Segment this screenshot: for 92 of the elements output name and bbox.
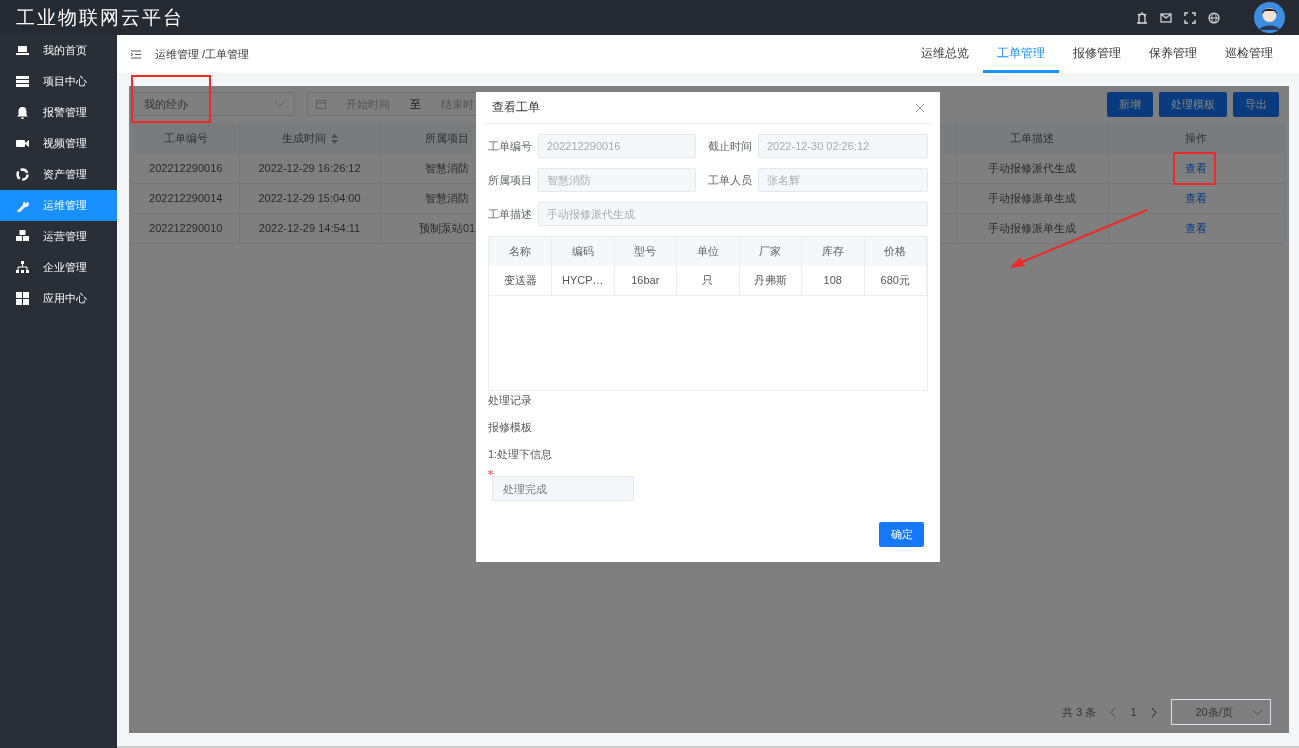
sidebar-item[interactable]: 报警管理 — [0, 97, 117, 128]
tab[interactable]: 工单管理 — [982, 35, 1059, 73]
field-label: 工单人员 — [708, 172, 753, 188]
fullscreen-icon[interactable] — [1183, 11, 1196, 24]
view-link[interactable]: 查看 — [1185, 161, 1207, 174]
column-header: 工单描述 — [1010, 131, 1054, 144]
confirm-button[interactable]: 确定 — [879, 522, 924, 547]
table-cell: 2022-12-29 16:26:12 — [258, 161, 361, 174]
alarm-icon[interactable] — [1135, 11, 1148, 24]
column-header: 单位 — [696, 245, 719, 258]
template-text: 1:处理下信息 — [488, 448, 553, 460]
bell-icon — [16, 106, 29, 119]
table-cell: 202212290010 — [149, 221, 223, 234]
table-cell: 只 — [702, 274, 714, 286]
table-cell: 手动报修派单生成 — [988, 221, 1076, 234]
field-label: 截止时间 — [708, 138, 753, 154]
input-field[interactable]: 手动报修派代生成 — [538, 202, 928, 226]
table-cell: 手动报修派代生成 — [988, 161, 1076, 174]
table-cell: 预制泵站01 — [418, 221, 476, 234]
table-cell: 2022-12-29 14:54:11 — [258, 221, 361, 234]
avatar[interactable] — [1253, 2, 1285, 33]
field-label: 所属项目 — [488, 172, 533, 188]
section-heading: 报修模板 — [488, 421, 532, 433]
cubes-icon — [16, 230, 29, 243]
scope-select[interactable]: 我的经办 — [133, 92, 295, 116]
table-cell: 手动报修派单生成 — [988, 191, 1076, 204]
action-button[interactable]: 处理模板 — [1158, 92, 1227, 117]
chevron-down-icon — [1252, 709, 1262, 715]
table-cell: 680元 — [880, 274, 910, 286]
list-icon — [16, 75, 29, 88]
close-icon[interactable] — [916, 103, 924, 112]
sidebar-item[interactable]: 运维管理 — [0, 190, 117, 221]
page-number[interactable]: 1 — [1130, 703, 1137, 721]
grid-icon — [16, 292, 29, 305]
mail-icon[interactable] — [1159, 12, 1172, 23]
menu-icon[interactable] — [131, 49, 141, 59]
highlight-frame — [1173, 152, 1216, 185]
section-heading: 处理记录 — [488, 394, 532, 406]
laptop-icon — [16, 44, 29, 57]
field-label: 工单编号 — [488, 138, 533, 154]
input-field[interactable]: 张名辉 — [758, 168, 928, 192]
input-field[interactable]: 2022-12-30 02:26:12 — [758, 134, 928, 158]
table-cell: 变送器 — [503, 274, 537, 286]
column-header: 工单编号 — [163, 131, 208, 144]
wrench-icon — [16, 199, 29, 212]
sidebar-item[interactable]: 我的首页 — [0, 35, 117, 66]
field-label: 工单描述 — [488, 206, 533, 222]
sidebar-item[interactable]: 企业管理 — [0, 252, 117, 283]
table-cell: 智慧消防 — [425, 191, 469, 204]
view-link[interactable]: 查看 — [1185, 221, 1207, 234]
sitemap-icon — [16, 261, 29, 274]
view-link[interactable]: 查看 — [1185, 191, 1207, 204]
column-header: 编码 — [571, 245, 594, 258]
table-cell: 2022-12-29 15:04:00 — [258, 191, 361, 204]
table-cell: 202212290014 — [149, 191, 223, 204]
input-field[interactable]: 202212290016 — [538, 134, 696, 158]
table-cell: 202212290016 — [149, 161, 223, 174]
sidebar-item[interactable]: 项目中心 — [0, 66, 117, 97]
sidebar-item[interactable]: 资产管理 — [0, 159, 117, 190]
column-header: 名称 — [509, 245, 531, 258]
tab[interactable]: 巡检管理 — [1210, 35, 1287, 73]
column-header: 生成时间 — [281, 131, 326, 144]
sidebar-item[interactable]: 应用中心 — [0, 283, 117, 314]
table-cell: 108 — [823, 274, 842, 286]
tab[interactable]: 运维总览 — [906, 35, 983, 73]
calendar-icon — [316, 99, 326, 109]
column-header: 所属项目 — [425, 131, 469, 144]
column-header: 厂家 — [759, 245, 782, 258]
chevron-down-icon — [275, 101, 284, 107]
action-button[interactable]: 新增 — [1106, 92, 1153, 117]
column-header: 型号 — [634, 245, 657, 258]
table-cell: HYCP… — [561, 274, 604, 286]
sidebar-item[interactable]: 运营管理 — [0, 221, 117, 252]
column-header: 操作 — [1185, 131, 1207, 144]
breadcrumb: 运维管理 /工单管理 — [155, 46, 250, 62]
input-field[interactable]: 处理完成 — [492, 476, 634, 501]
total-count: 共 3 条 — [1062, 704, 1097, 720]
table-cell: 16bar — [631, 274, 660, 286]
app-title: 工业物联网云平台 — [16, 5, 184, 31]
action-button[interactable]: 导出 — [1232, 92, 1279, 117]
table-cell: 智慧消防 — [425, 161, 469, 174]
column-header: 库存 — [821, 245, 844, 258]
page-size-select[interactable]: 20条/页 — [1170, 699, 1271, 725]
tab[interactable]: 报修管理 — [1058, 35, 1135, 73]
input-field[interactable]: 智慧消防 — [538, 168, 696, 192]
table-cell: 丹弗斯 — [753, 274, 787, 286]
sidebar-item[interactable]: 视频管理 — [0, 128, 117, 159]
video-camera-icon — [16, 137, 29, 150]
column-header: 价格 — [884, 245, 907, 258]
chevron-right-icon[interactable] — [1150, 707, 1157, 717]
tab[interactable]: 保养管理 — [1134, 35, 1211, 73]
globe-icon[interactable] — [1207, 11, 1220, 24]
